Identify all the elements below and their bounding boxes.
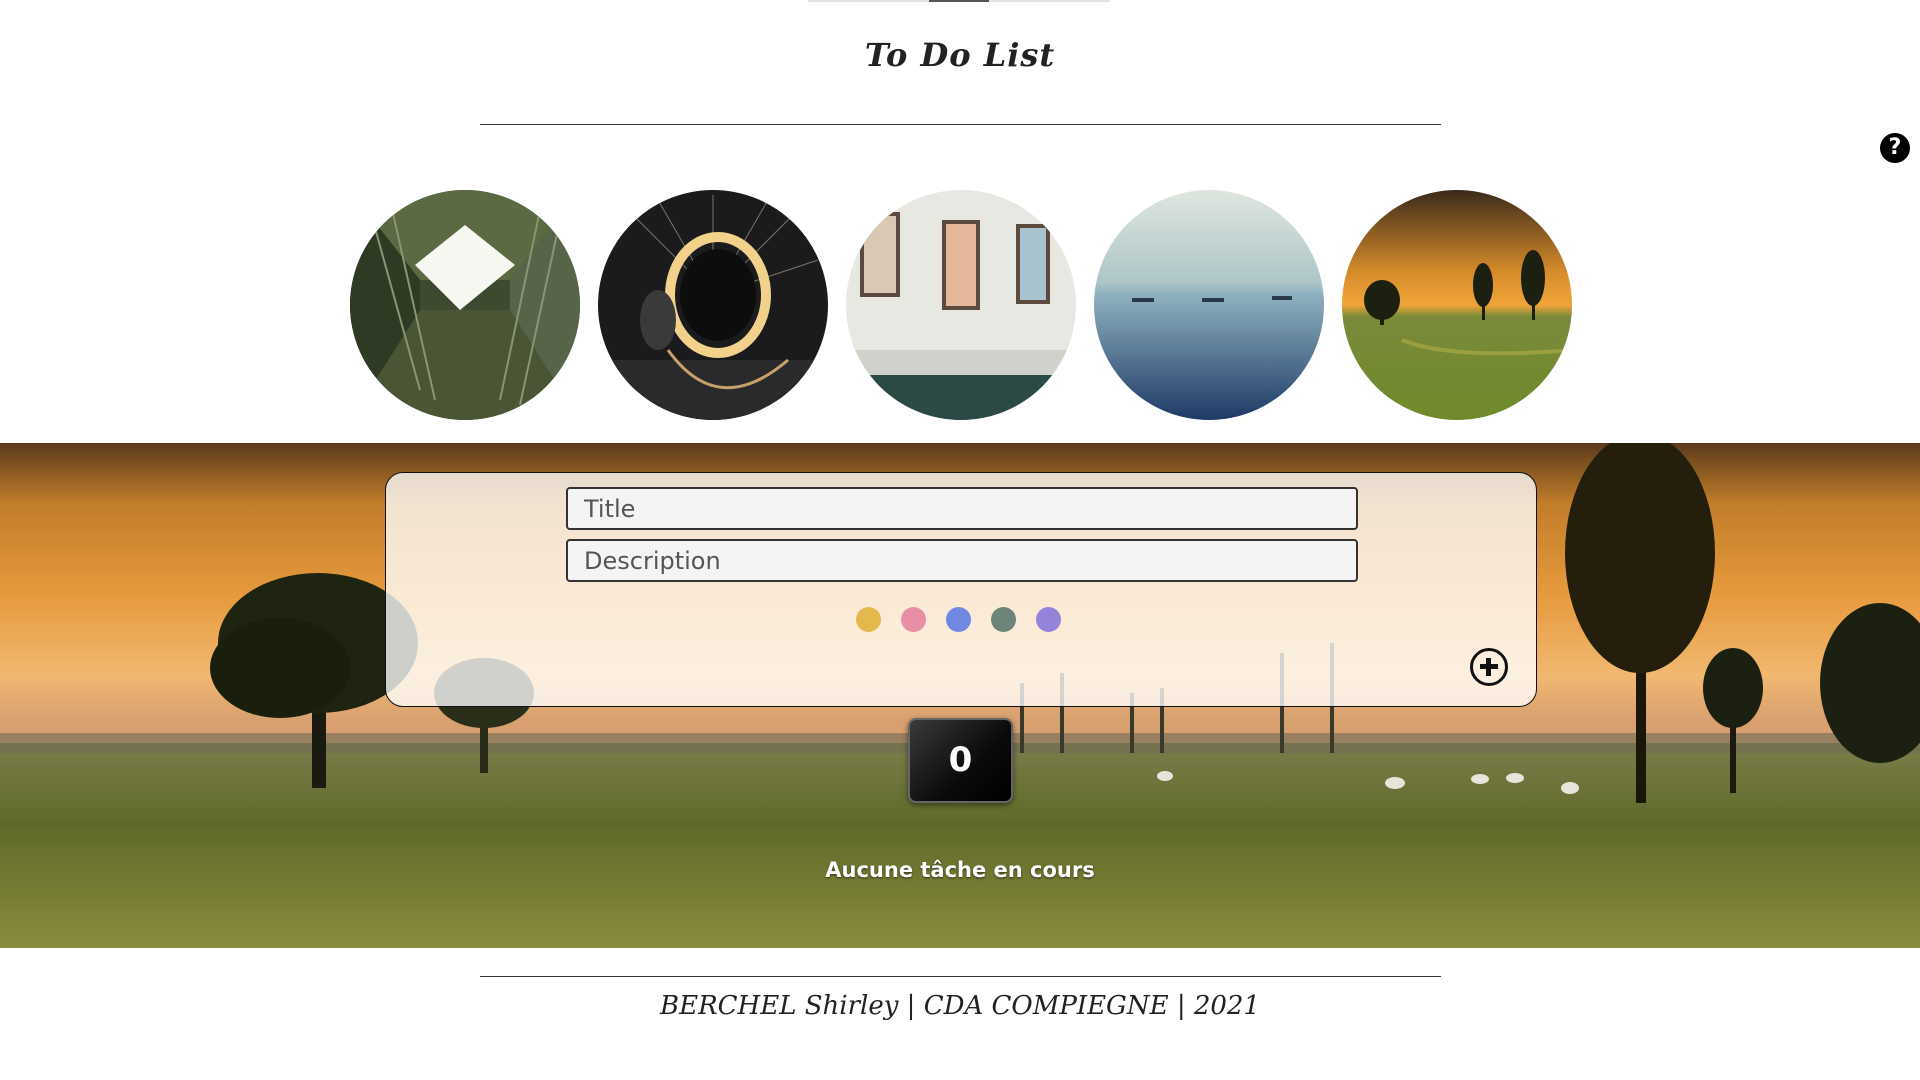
title-divider — [480, 124, 1441, 125]
color-dot-green[interactable] — [991, 607, 1016, 632]
description-input[interactable] — [566, 539, 1358, 582]
task-form-card — [385, 472, 1537, 707]
theme-picker — [350, 190, 1572, 422]
footer-divider — [480, 976, 1441, 977]
page-title: To Do List — [864, 36, 1056, 74]
theme-thumb-sea[interactable] — [1094, 190, 1324, 420]
question-circle-icon[interactable]: ? — [1880, 133, 1910, 163]
status-message: Aucune tâche en cours — [825, 858, 1095, 882]
theme-thumb-sunset[interactable] — [1342, 190, 1572, 420]
theme-thumb-building[interactable] — [350, 190, 580, 420]
footer-credits: BERCHEL Shirley | CDA COMPIEGNE | 2021 — [659, 991, 1261, 1021]
task-counter: 0 — [908, 718, 1013, 803]
plus-circle-icon[interactable] — [1470, 648, 1508, 686]
theme-thumb-light-ring[interactable] — [598, 190, 828, 420]
color-dot-yellow[interactable] — [856, 607, 881, 632]
top-tab-indicator — [929, 0, 989, 2]
theme-thumb-gallery[interactable] — [846, 190, 1076, 420]
color-dot-pink[interactable] — [901, 607, 926, 632]
title-input[interactable] — [566, 487, 1358, 530]
color-dot-blue[interactable] — [946, 607, 971, 632]
color-picker — [856, 607, 1086, 633]
color-dot-purple[interactable] — [1036, 607, 1061, 632]
